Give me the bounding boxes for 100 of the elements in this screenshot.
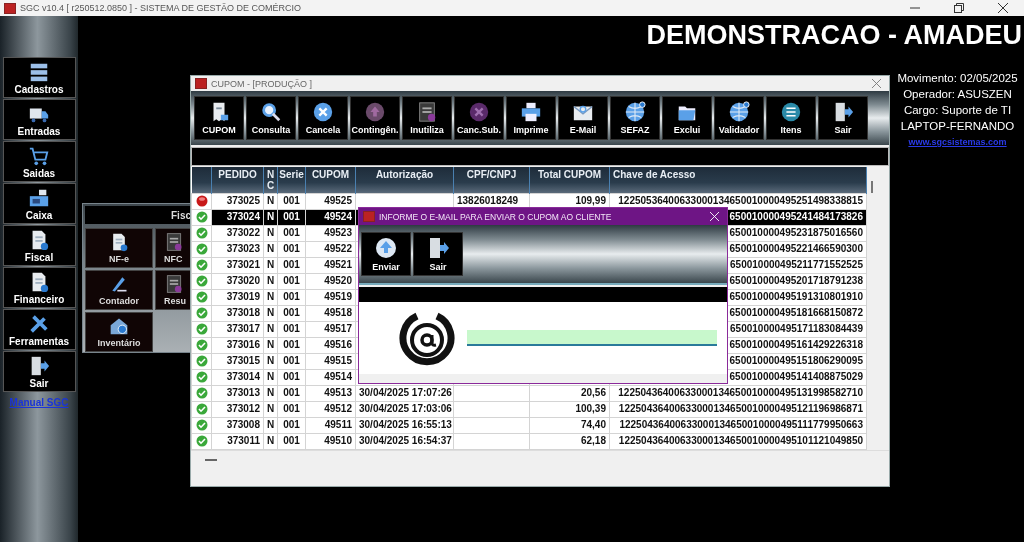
sidebar-button[interactable]: Financeiro	[2, 267, 76, 308]
toolbar-button[interactable]: Itens	[766, 96, 816, 140]
table-cell: 373021	[226, 259, 260, 271]
table-cell: 373012	[226, 403, 260, 415]
table-cell: 100,39	[575, 403, 606, 415]
toolbar-button[interactable]: E-Mail	[558, 96, 608, 140]
close-icon[interactable]	[998, 3, 1008, 13]
sidebar-button[interactable]: Saidas	[2, 141, 76, 182]
sidebar-button[interactable]: Entradas	[2, 99, 76, 140]
panel-button[interactable]: NF-e	[85, 228, 153, 268]
table-cell: 373024	[226, 211, 260, 223]
sidebar-button[interactable]: Caixa	[2, 183, 76, 224]
column-header[interactable]: Chave de Acesso	[613, 169, 865, 180]
table-cell: 30/04/2025 16:54:37	[359, 435, 452, 447]
toolbar-button[interactable]: Consulta	[246, 96, 296, 140]
table-cell: 62,18	[580, 435, 606, 447]
company-name: DEMONSTRACAO - AMADEU	[646, 20, 1022, 51]
column-header[interactable]: Total CUPOM	[531, 169, 608, 180]
table-cell: 373023	[226, 243, 260, 255]
toolbar-button[interactable]: Contingên.	[350, 96, 400, 140]
column-header[interactable]: CUPOM	[307, 169, 354, 180]
toolbar-button[interactable]: Sair	[818, 96, 868, 140]
table-cell: 20,56	[580, 387, 606, 399]
table-cell: N	[266, 291, 275, 303]
column-header[interactable]: PEDIDO	[213, 169, 262, 180]
table-cell: 650010000495161429226318	[729, 339, 863, 351]
dialog-button[interactable]: Enviar	[361, 232, 411, 276]
list-icon	[780, 101, 802, 123]
dialog-button[interactable]: Sair	[413, 232, 463, 276]
email-input-field[interactable]	[467, 330, 717, 346]
table-cell: 373016	[226, 339, 260, 351]
session-info: Movimento: 02/05/2025	[897, 71, 1018, 86]
restore-icon[interactable]	[954, 3, 964, 13]
toolbar-button[interactable]: Cancela	[298, 96, 348, 140]
table-cell: 650010000495151806290095	[729, 355, 863, 367]
table-cell: 49512	[324, 403, 352, 415]
table-cell: 373017	[226, 323, 260, 335]
toolbar-button[interactable]: Inutiliza	[402, 96, 452, 140]
table-cell: 49510	[324, 435, 352, 447]
table-cell: N	[266, 419, 275, 431]
sidebar-button[interactable]: Cadastros	[2, 57, 76, 98]
panel-button[interactable]: Resu	[155, 270, 190, 310]
sidebar-button[interactable]: Fiscal	[2, 225, 76, 266]
column-header[interactable]: N C	[265, 169, 276, 191]
panel-button[interactable]: Inventário	[85, 312, 153, 352]
table-cell: 109,99	[575, 195, 606, 206]
sidebar-button[interactable]: Sair	[2, 351, 76, 392]
session-info: Cargo: Suporte de TI	[903, 103, 1012, 118]
toolbar-button[interactable]: SEFAZ	[610, 96, 660, 140]
table-cell: N	[266, 355, 275, 367]
table-cell: N	[266, 403, 275, 415]
table-cell: 12250436400633000134650010000495131998582710	[618, 387, 863, 399]
printer-icon	[520, 101, 542, 123]
email-icon	[399, 310, 455, 366]
table-cell: 001	[283, 419, 300, 431]
toolbar-button[interactable]: Canc.Sub.	[454, 96, 504, 140]
toolbar-button[interactable]: Imprime	[506, 96, 556, 140]
table-cell: 49524	[324, 211, 352, 223]
column-header[interactable]: CPF/CNPJ	[455, 169, 528, 180]
table-cell: 373020	[226, 275, 260, 287]
table-cell: N	[266, 275, 275, 287]
table-cell: N	[266, 339, 275, 351]
table-cell: 001	[283, 243, 300, 255]
table-cell: 13826018249	[457, 195, 519, 206]
table-cell: 373025	[226, 195, 260, 206]
table-cell: 650010000495191310801910	[729, 291, 863, 303]
table-row[interactable]: 373013 N 001 49513 30/04/2025 17:07:26 20,56 12250436400633000134650010000495131998582710	[191, 385, 867, 402]
table-cell: 650010000495201718791238	[729, 275, 863, 287]
table-cell: 49513	[324, 387, 352, 399]
table-cell: 001	[283, 435, 300, 447]
panel-button[interactable]: Contador	[85, 270, 153, 310]
pen-icon	[109, 274, 129, 294]
sidebar-button[interactable]: Ferramentas	[2, 309, 76, 350]
table-cell: 001	[283, 291, 300, 303]
table-row[interactable]: 373008 N 001 49511 30/04/2025 16:55:13 74,40 12250436400633000134650010000495111779950663	[191, 417, 867, 434]
window-title: CUPOM - [PRODUÇÃO ]	[211, 78, 312, 89]
app-logo-icon	[363, 211, 375, 222]
table-cell: 49516	[324, 339, 352, 351]
column-header[interactable]: Serie	[279, 169, 304, 180]
table-cell: 001	[283, 275, 300, 287]
table-cell: N	[266, 211, 275, 223]
toolbar-button[interactable]: Exclui	[662, 96, 712, 140]
table-cell: N	[266, 307, 275, 319]
splitter-handle[interactable]	[205, 459, 217, 461]
table-cell: 373018	[226, 307, 260, 319]
toolbar-button[interactable]: Validador	[714, 96, 764, 140]
table-row[interactable]: 373011 N 001 49510 30/04/2025 16:54:37 62,18 12250436400633000134650010000495101121049850	[191, 433, 867, 450]
scrollbar[interactable]	[867, 167, 889, 450]
panel-button[interactable]: NFC	[155, 228, 190, 268]
table-cell: 373019	[226, 291, 260, 303]
toolbar-button[interactable]: CUPOM	[194, 96, 244, 140]
column-header[interactable]: Autorização	[357, 169, 452, 180]
table-cell: 001	[283, 371, 300, 383]
table-row[interactable]: 373012 N 001 49512 30/04/2025 17:03:06 100,39 12250436400633000134650010000495121196986871	[191, 401, 867, 418]
table-cell: 373022	[226, 227, 260, 239]
table-cell: 49525	[324, 195, 352, 206]
upload-icon	[364, 101, 386, 123]
table-cell: 12250436400633000134650010000495101121049850	[618, 435, 863, 447]
table-cell: 49519	[324, 291, 352, 303]
table-cell: N	[266, 435, 275, 447]
